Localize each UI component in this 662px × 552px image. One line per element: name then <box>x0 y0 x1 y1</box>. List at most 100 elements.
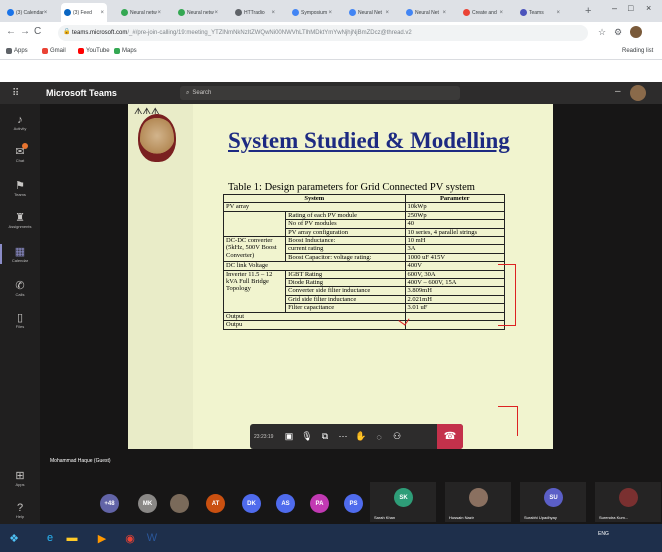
participant-avatar[interactable]: PA <box>310 494 329 513</box>
bookmark-label: Apps <box>14 48 28 54</box>
chrome-icon[interactable]: ◉ <box>122 530 138 546</box>
share-screen-icon[interactable]: ⧉ <box>316 431 334 442</box>
browser-tab[interactable]: Neural netw × <box>118 3 164 22</box>
close-tab-icon[interactable]: × <box>328 10 332 16</box>
forward-icon[interactable]: → <box>20 26 30 37</box>
rail-item-help[interactable]: ? Help <box>0 502 40 519</box>
participant-tile[interactable]: SK Sarah Khan <box>370 482 436 522</box>
participant-photo[interactable] <box>170 494 189 513</box>
new-tab-icon[interactable]: + <box>585 5 591 17</box>
participant-tile[interactable]: Hussain Nazir <box>445 482 511 522</box>
windows-taskbar: ENG ❖ e ▬ ▶ ◉ W <box>0 524 662 552</box>
close-tab-icon[interactable]: × <box>271 10 275 16</box>
user-avatar[interactable] <box>630 85 646 101</box>
close-tab-icon[interactable]: × <box>385 10 389 16</box>
bookmark-star-icon[interactable]: ☆ <box>598 27 606 38</box>
parameter-cell: 400V <box>404 261 506 271</box>
browser-tab[interactable]: Neural Net × <box>403 3 449 22</box>
hang-up-button[interactable]: ☎ <box>437 424 463 449</box>
url-host: teams.microsoft.com <box>72 30 128 36</box>
rail-item-activity[interactable]: ♪ Activity <box>0 114 40 131</box>
bookmark-item[interactable]: Maps <box>114 48 137 54</box>
bookmark-item[interactable]: Apps <box>6 48 28 54</box>
bookmark-favicon-icon <box>6 48 12 54</box>
browser-tab[interactable]: Neural Net × <box>346 3 392 22</box>
ie-icon[interactable]: e <box>42 530 58 546</box>
rail-item-teams[interactable]: ⚑ Teams <box>0 180 40 197</box>
camera-off-icon[interactable]: ▣ <box>280 431 298 442</box>
media-icon[interactable]: ▶ <box>94 530 110 546</box>
parameter-cell: 3.809mH <box>404 286 506 296</box>
participant-avatar[interactable]: +48 <box>100 494 119 513</box>
rail-item-assignments[interactable]: ♜ Assignments <box>0 212 40 229</box>
participant-avatar[interactable]: DK <box>242 494 261 513</box>
minimize-window-icon[interactable]: – <box>612 3 617 13</box>
back-icon[interactable]: ← <box>6 26 16 37</box>
tab-label: Neural Net <box>415 9 439 16</box>
reload-icon[interactable]: C <box>34 26 41 37</box>
tab-label: Create and <box>472 9 497 16</box>
browser-tab[interactable]: Create and × <box>460 3 506 22</box>
browser-tab[interactable]: HTTradio × <box>232 3 278 22</box>
close-tab-icon[interactable]: × <box>100 10 104 16</box>
close-window-icon[interactable]: × <box>646 3 651 13</box>
windows-start-icon[interactable]: ❖ <box>6 530 22 546</box>
rail-item-calls[interactable]: ✆ Calls <box>0 280 40 297</box>
close-tab-icon[interactable]: × <box>499 10 503 16</box>
more-options-icon[interactable]: ⋯ <box>334 431 352 442</box>
call-timer: 23:23:19 <box>254 433 274 440</box>
extensions-icon[interactable]: ⚙ <box>614 27 622 38</box>
tab-favicon-icon <box>121 9 128 16</box>
file-icon: ▯ <box>16 312 24 324</box>
participant-tile[interactable]: SU Surabhi Upadhyay <box>520 482 586 522</box>
close-tab-icon[interactable]: × <box>44 10 48 16</box>
participant-avatar[interactable]: AT <box>206 494 225 513</box>
rail-item-label: Files <box>15 324 25 329</box>
profile-avatar[interactable] <box>630 26 642 38</box>
folder-icon[interactable]: ▬ <box>64 530 80 546</box>
close-tab-icon[interactable]: × <box>157 10 161 16</box>
rail-item-calendar[interactable]: ▦ Calendar <box>0 244 40 264</box>
bookmark-favicon-icon <box>114 48 120 54</box>
bookmark-item[interactable]: Gmail <box>42 48 66 54</box>
browser-tab[interactable]: Neural netw × <box>175 3 221 22</box>
participant-avatar[interactable]: PS <box>344 494 363 513</box>
tab-label: HTTradio <box>244 9 265 16</box>
lock-icon: 🔒 <box>63 29 71 35</box>
maximize-window-icon[interactable]: □ <box>628 3 633 13</box>
rail-item-chat[interactable]: ✉ Chat <box>0 143 40 163</box>
close-tab-icon[interactable]: × <box>556 10 560 16</box>
participant-tile[interactable]: Surendra Kum... <box>595 482 661 522</box>
browser-tab[interactable]: Symposium × <box>289 3 335 22</box>
browser-tab-strip: (3) Calendar × (3) Feed × Neural netw × Neural… <box>0 0 662 22</box>
browser-tab[interactable]: (3) Calendar × <box>4 3 50 22</box>
word-icon[interactable]: W <box>144 530 160 546</box>
rail-item-files[interactable]: ▯ Files <box>0 312 40 329</box>
bookmark-item[interactable]: YouTube <box>78 48 110 54</box>
close-tab-icon[interactable]: × <box>442 10 446 16</box>
system-tray-language[interactable]: ENG <box>598 531 609 537</box>
rail-item-label: Apps <box>15 482 25 487</box>
participant-avatar: SU <box>544 488 563 507</box>
notification-badge <box>22 143 28 149</box>
bookmarks-bar: Reading list Apps Gmail YouTube Maps <box>0 44 662 60</box>
tab-label: (3) Feed <box>73 9 92 16</box>
close-tab-icon[interactable]: × <box>214 10 218 16</box>
rail-item-apps[interactable]: ⊞ Apps <box>0 470 40 487</box>
chat-icon[interactable]: ◌ <box>370 432 388 442</box>
app-launcher-icon[interactable]: ⠿ <box>12 88 19 99</box>
participants-icon[interactable]: ⚇ <box>388 431 406 442</box>
browser-tab[interactable]: Teams × <box>517 3 563 22</box>
call-controls: 23:23:19 ▣ 🎙 ⧉ ⋯ ✋ ◌ ⚇ ☎ <box>250 424 463 449</box>
reading-list[interactable]: Reading list <box>622 48 653 54</box>
participant-avatar[interactable]: AS <box>276 494 295 513</box>
parameter-cell: 3.01 uF <box>404 303 506 313</box>
participant-avatar[interactable]: MK <box>138 494 157 513</box>
address-bar[interactable]: 🔒 teams.microsoft.com/_#/pre-join-callin… <box>58 25 588 41</box>
microphone-icon[interactable]: 🎙 <box>298 431 316 442</box>
logo-text: ᗑᗑᗑ <box>134 106 160 116</box>
minimize-icon[interactable]: – <box>615 86 621 97</box>
browser-tab[interactable]: (3) Feed × <box>61 3 107 22</box>
search-input[interactable]: ⌕ Search <box>180 86 460 100</box>
raise-hand-icon[interactable]: ✋ <box>352 431 370 442</box>
